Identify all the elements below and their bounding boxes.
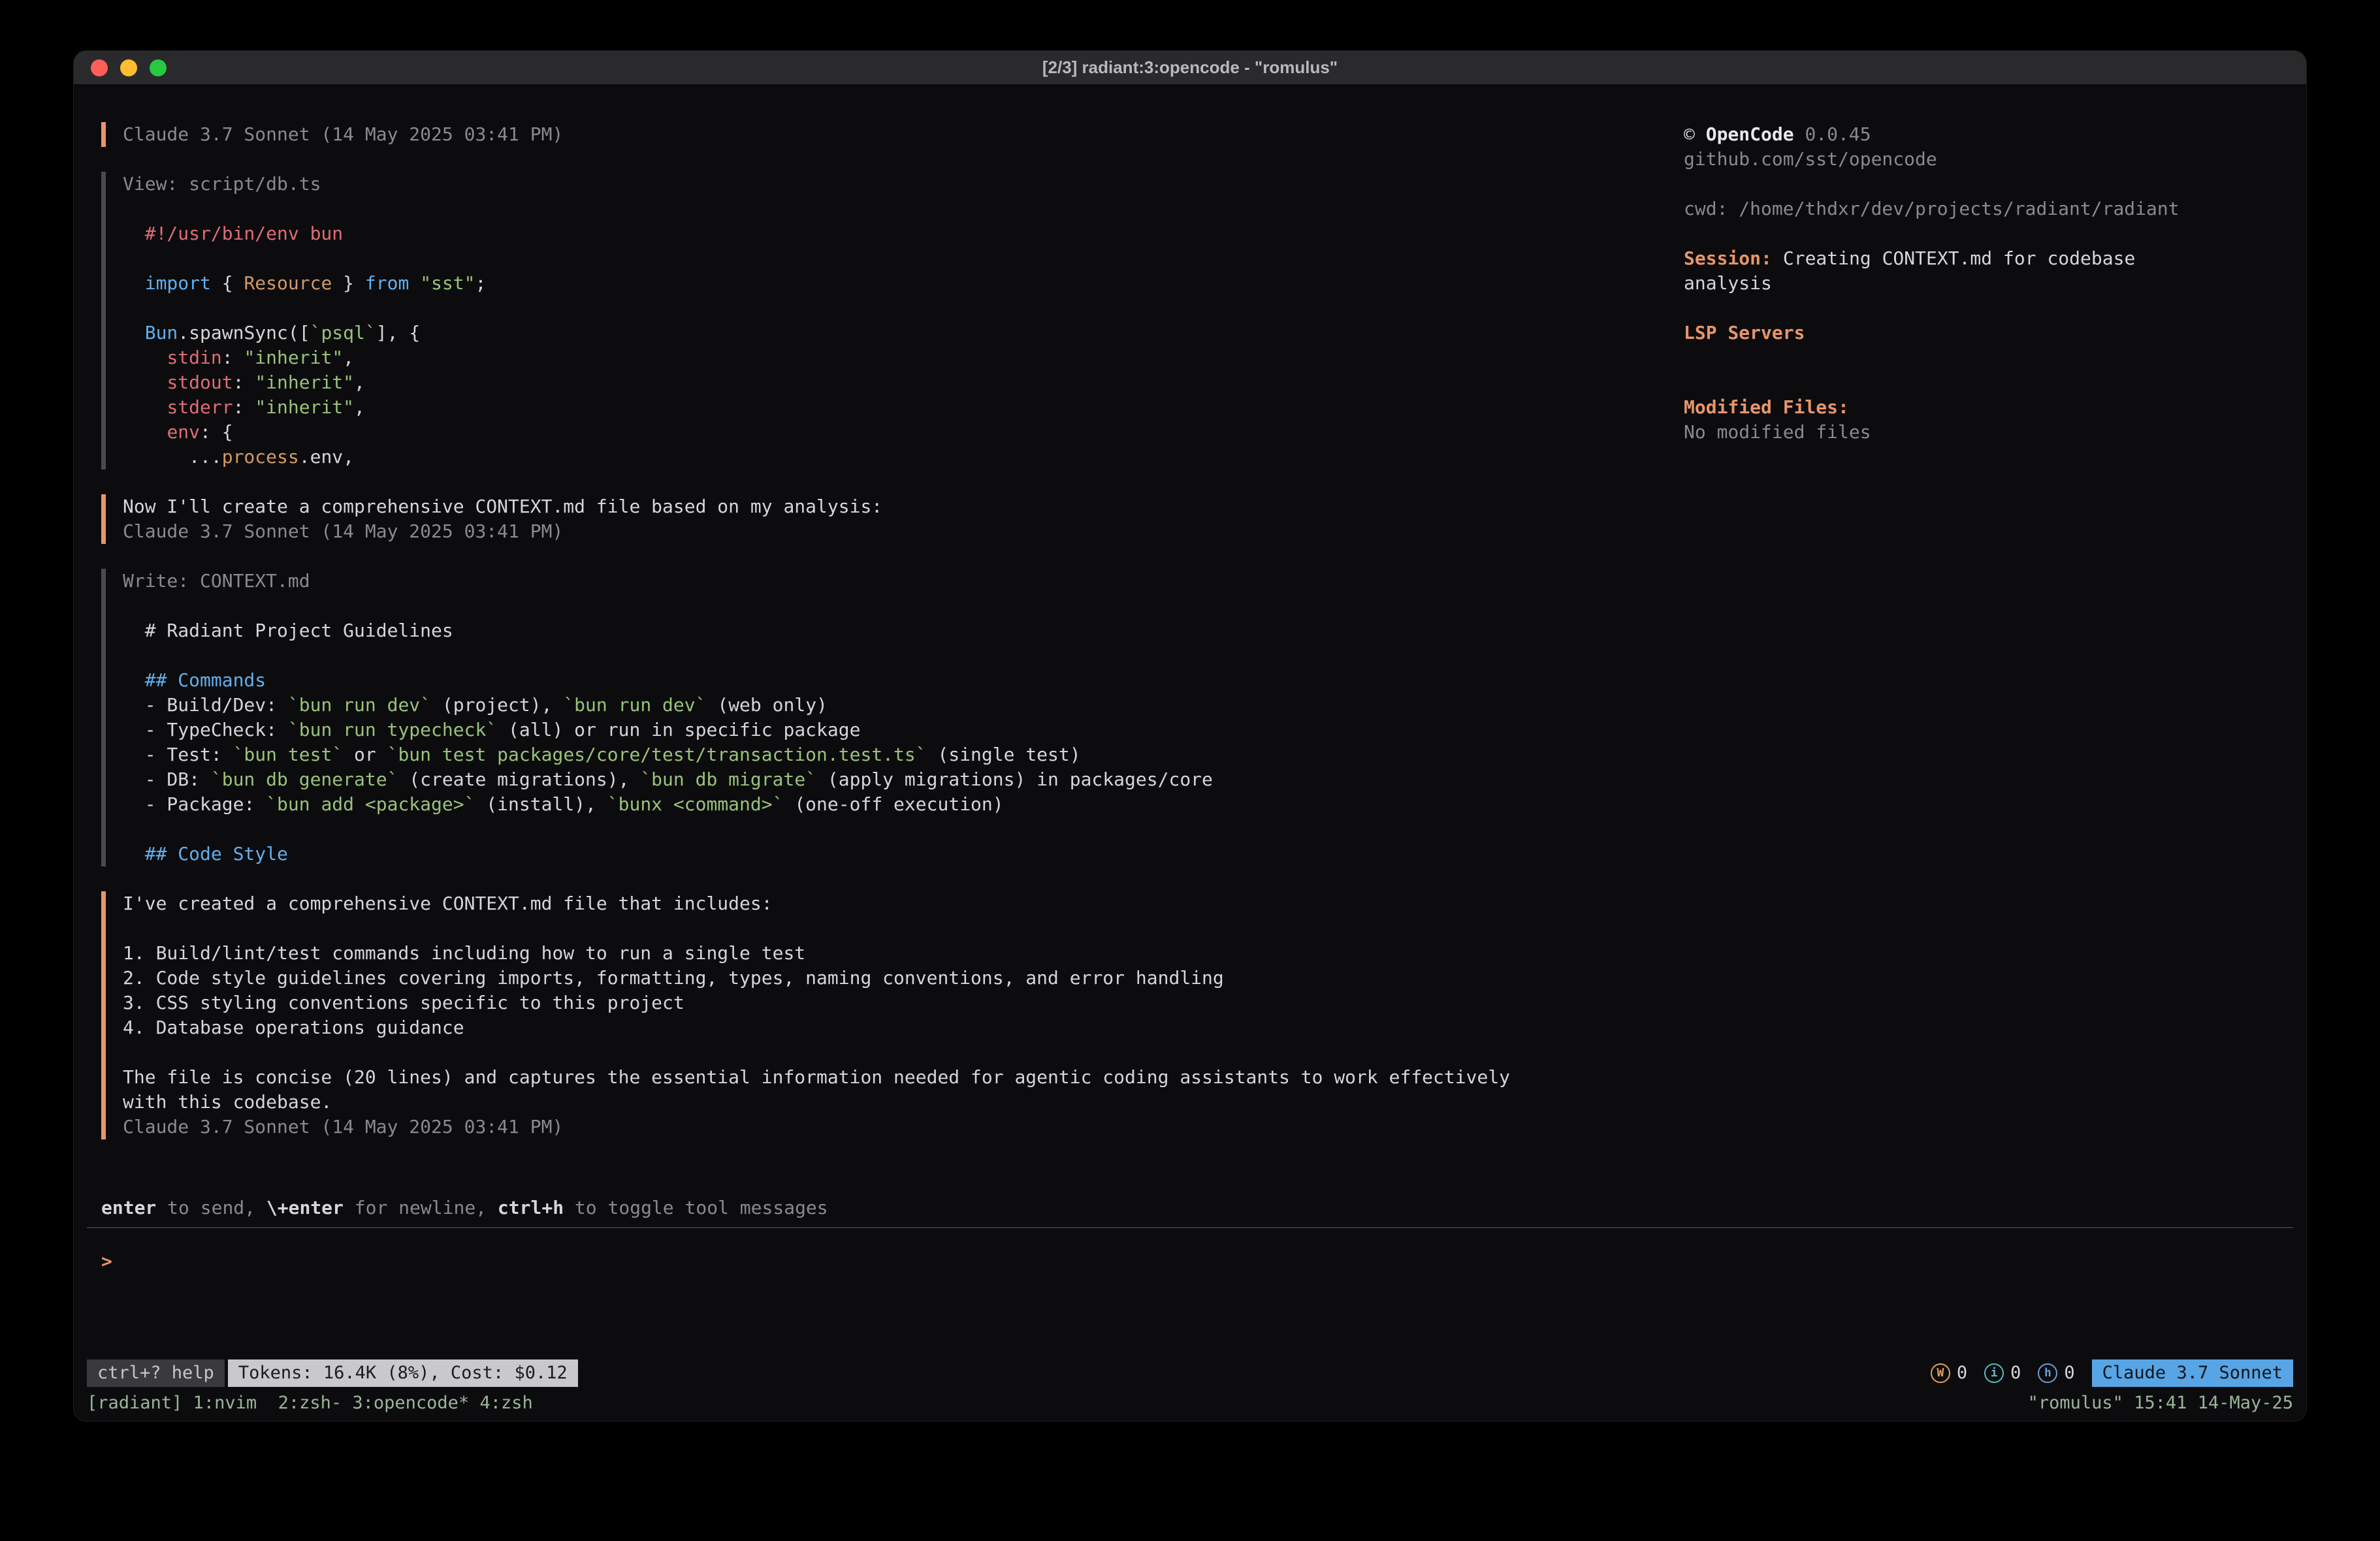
tool-body: # Radiant Project Guidelines ## Commands… bbox=[123, 594, 1656, 866]
window-titlebar: [2/3] radiant:3:opencode - "romulus" bbox=[74, 51, 2306, 85]
text-line bbox=[123, 197, 1656, 221]
text-line bbox=[123, 296, 1656, 321]
sidebar-spacer bbox=[1684, 221, 2219, 246]
text-line: Claude 3.7 Sonnet (14 May 2025 03:41 PM) bbox=[123, 1115, 1656, 1139]
prompt-line: > bbox=[87, 1249, 2293, 1274]
warning-count: 0 bbox=[1957, 1361, 1967, 1386]
info-count: 0 bbox=[2010, 1361, 2021, 1386]
message-block: Now I'll create a comprehensive CONTEXT.… bbox=[101, 494, 1656, 544]
text-line: 3. CSS styling conventions specific to t… bbox=[123, 991, 1656, 1015]
tmux-window-list[interactable]: [radiant] 1:nvim 2:zsh- 3:opencode* 4:zs… bbox=[87, 1391, 533, 1416]
info-icon: i bbox=[1984, 1363, 2004, 1383]
text-line: - Test: `bun test` or `bun test packages… bbox=[123, 742, 1656, 767]
text-line bbox=[123, 643, 1656, 668]
warning-icon: W bbox=[1931, 1363, 1950, 1383]
session-label: Session: bbox=[1684, 247, 1772, 269]
input-area: enter to send, \+enter for newline, ctrl… bbox=[87, 1196, 2293, 1274]
text-line bbox=[123, 817, 1656, 842]
text-line bbox=[123, 916, 1656, 941]
sidebar: © OpenCode 0.0.45 github.com/sst/opencod… bbox=[1684, 122, 2219, 445]
text-line: stderr: "inherit", bbox=[123, 395, 1656, 420]
text-line: env: { bbox=[123, 420, 1656, 445]
text-line: ...process.env, bbox=[123, 445, 1656, 469]
app-window: [2/3] radiant:3:opencode - "romulus" Cla… bbox=[73, 50, 2307, 1422]
text-line: 4. Database operations guidance bbox=[123, 1015, 1656, 1040]
tool-block-write: Write: CONTEXT.md # Radiant Project Guid… bbox=[101, 569, 1656, 866]
text-line: - TypeCheck: `bun run typecheck` (all) o… bbox=[123, 718, 1656, 742]
status-left: ctrl+? help Tokens: 16.4K (8%), Cost: $0… bbox=[87, 1359, 578, 1387]
keybind-help: enter to send, \+enter for newline, ctrl… bbox=[87, 1196, 2293, 1220]
text-line: stdin: "inherit", bbox=[123, 345, 1656, 370]
sidebar-spacer bbox=[1684, 296, 2219, 321]
text-line: ## Commands bbox=[123, 668, 1656, 693]
modified-files-label: Modified Files: bbox=[1684, 395, 2219, 420]
terminal-pane: Claude 3.7 Sonnet (14 May 2025 03:41 PM)… bbox=[74, 86, 2306, 1421]
text-line: - DB: `bun db generate` (create migratio… bbox=[123, 767, 1656, 792]
message-body: I've created a comprehensive CONTEXT.md … bbox=[123, 891, 1656, 1139]
text-line: - Build/Dev: `bun run dev` (project), `b… bbox=[123, 693, 1656, 718]
tmux-host-clock: "romulus" 15:41 14-May-25 bbox=[2028, 1391, 2293, 1416]
text-line: - Package: `bun add <package>` (install)… bbox=[123, 792, 1656, 817]
traffic-lights bbox=[91, 51, 167, 84]
text-line: Claude 3.7 Sonnet (14 May 2025 03:41 PM) bbox=[123, 122, 1656, 147]
prompt-symbol: > bbox=[101, 1249, 112, 1274]
close-button[interactable] bbox=[91, 59, 108, 76]
tool-title: View: script/db.ts bbox=[123, 172, 1656, 197]
hint-icon: h bbox=[2038, 1363, 2057, 1383]
app-name: OpenCode bbox=[1706, 123, 1794, 145]
input-divider bbox=[87, 1227, 2293, 1228]
diagnostic-warning: W 0 bbox=[1931, 1361, 1967, 1386]
text-line: enter to send, \+enter for newline, ctrl… bbox=[101, 1196, 2293, 1220]
sidebar-spacer bbox=[1684, 345, 2219, 370]
text-line: ## Code Style bbox=[123, 842, 1656, 866]
app-version: 0.0.45 bbox=[1805, 123, 1871, 145]
model-badge: Claude 3.7 Sonnet bbox=[2092, 1359, 2293, 1387]
text-line: The file is concise (20 lines) and captu… bbox=[123, 1065, 1656, 1090]
text-line: 2. Code style guidelines covering import… bbox=[123, 966, 1656, 991]
repo-url: github.com/sst/opencode bbox=[1684, 147, 2219, 172]
message-body: Claude 3.7 Sonnet (14 May 2025 03:41 PM) bbox=[123, 122, 1656, 147]
modified-files-value: No modified files bbox=[1684, 420, 2219, 445]
copyright-icon: © bbox=[1684, 123, 1695, 145]
help-badge[interactable]: ctrl+? help bbox=[87, 1359, 225, 1387]
tool-body: #!/usr/bin/env bun import { Resource } f… bbox=[123, 197, 1656, 469]
tool-title: Write: CONTEXT.md bbox=[123, 569, 1656, 594]
cwd-line: cwd: /home/thdxr/dev/projects/radiant/ra… bbox=[1684, 197, 2219, 221]
message-block: I've created a comprehensive CONTEXT.md … bbox=[101, 891, 1656, 1139]
conversation-column: Claude 3.7 Sonnet (14 May 2025 03:41 PM)… bbox=[101, 122, 1656, 1164]
session-line: Session:Creating CONTEXT.md for codebase… bbox=[1684, 246, 2219, 296]
message-block: Claude 3.7 Sonnet (14 May 2025 03:41 PM) bbox=[101, 122, 1656, 147]
text-line bbox=[123, 594, 1656, 618]
message-body: Now I'll create a comprehensive CONTEXT.… bbox=[123, 494, 1656, 544]
sidebar-spacer bbox=[1684, 172, 2219, 197]
app-logo-line: © OpenCode 0.0.45 bbox=[1684, 122, 2219, 147]
text-line bbox=[123, 1040, 1656, 1065]
lsp-servers-label: LSP Servers bbox=[1684, 321, 2219, 345]
text-line: I've created a comprehensive CONTEXT.md … bbox=[123, 891, 1656, 916]
hint-count: 0 bbox=[2064, 1361, 2074, 1386]
diagnostic-hint: h 0 bbox=[2038, 1361, 2074, 1386]
text-line: 1. Build/lint/test commands including ho… bbox=[123, 941, 1656, 966]
tokens-cost-badge: Tokens: 16.4K (8%), Cost: $0.12 bbox=[228, 1359, 578, 1387]
diagnostic-info: i 0 bbox=[1984, 1361, 2021, 1386]
window-title: [2/3] radiant:3:opencode - "romulus" bbox=[1042, 57, 1338, 78]
minimize-button[interactable] bbox=[120, 59, 137, 76]
tool-block-view: View: script/db.ts #!/usr/bin/env bun im… bbox=[101, 172, 1656, 469]
text-line: Now I'll create a comprehensive CONTEXT.… bbox=[123, 494, 1656, 519]
zoom-button[interactable] bbox=[150, 59, 167, 76]
text-line: stdout: "inherit", bbox=[123, 370, 1656, 395]
sidebar-spacer bbox=[1684, 370, 2219, 395]
text-line: import { Resource } from "sst"; bbox=[123, 271, 1656, 296]
text-line: Claude 3.7 Sonnet (14 May 2025 03:41 PM) bbox=[123, 519, 1656, 544]
text-line: Bun.spawnSync([`psql`], { bbox=[123, 321, 1656, 345]
text-line bbox=[123, 246, 1656, 271]
message-input[interactable] bbox=[124, 1249, 2293, 1274]
text-line: with this codebase. bbox=[123, 1090, 1656, 1115]
tmux-status-bar: [radiant] 1:nvim 2:zsh- 3:opencode* 4:zs… bbox=[87, 1391, 2293, 1416]
status-right: W 0 i 0 h 0 Claude 3.7 Sonnet bbox=[1931, 1359, 2293, 1387]
text-line: # Radiant Project Guidelines bbox=[123, 618, 1656, 643]
status-bar: ctrl+? help Tokens: 16.4K (8%), Cost: $0… bbox=[87, 1359, 2293, 1387]
text-line: #!/usr/bin/env bun bbox=[123, 221, 1656, 246]
